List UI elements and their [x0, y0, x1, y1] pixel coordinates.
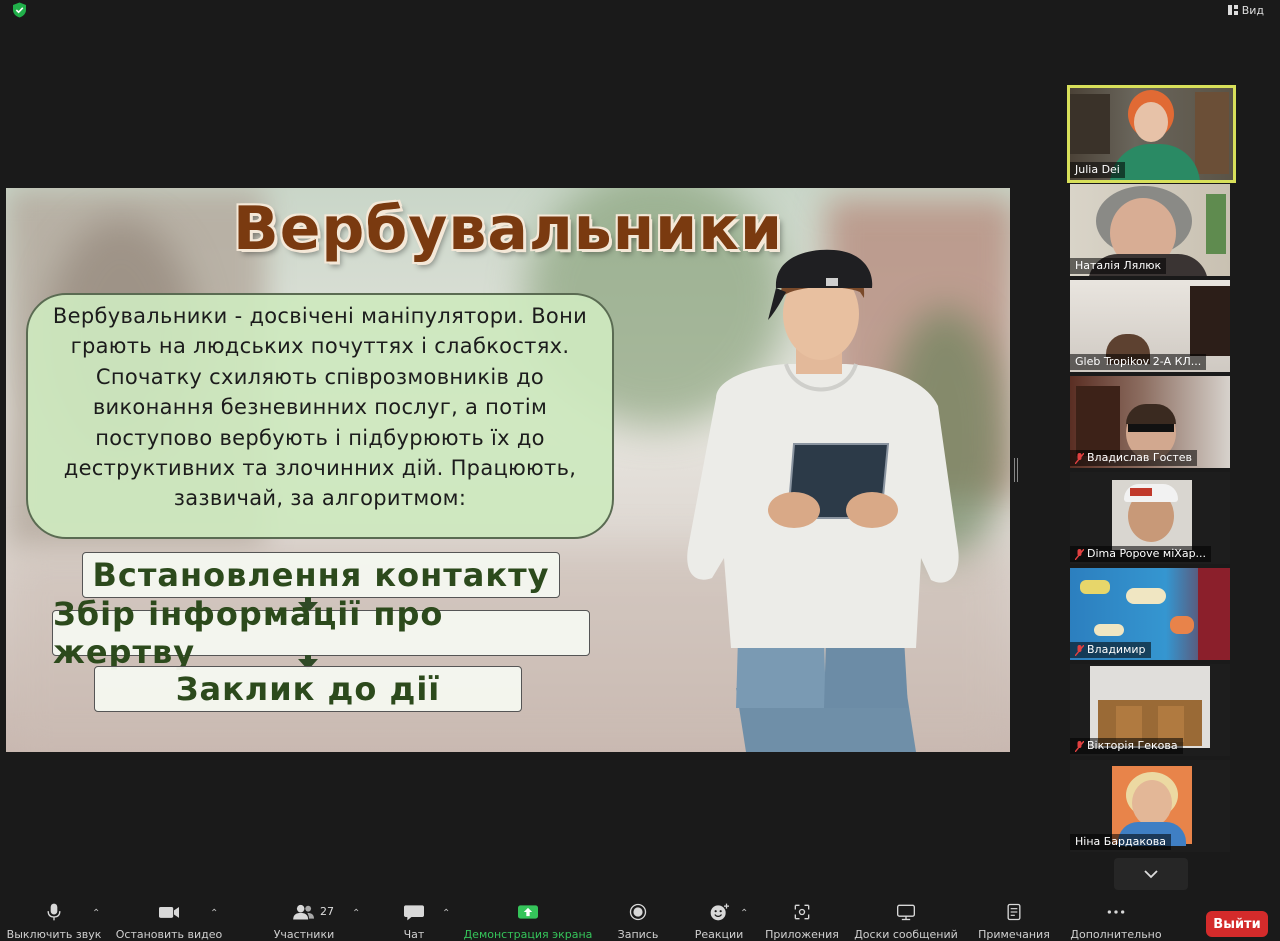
participants-button[interactable]: Участники: [266, 896, 342, 941]
slide-description: Вербувальники - досвічені маніпулятори. …: [26, 293, 614, 539]
reactions-emoji-icon: [710, 903, 729, 921]
record-button[interactable]: Запись: [612, 896, 664, 941]
video-camera-icon: [159, 907, 179, 918]
more-button[interactable]: Дополнительно: [1068, 896, 1164, 941]
more-label: Дополнительно: [1070, 928, 1162, 941]
slide-title: Вербувальники: [233, 194, 783, 264]
whiteboards-label: Доски сообщений: [854, 928, 958, 941]
video-options-caret-icon[interactable]: ⌃: [210, 908, 218, 919]
step-establish-contact: Встановлення контакту: [82, 552, 560, 598]
participant-name: Gleb Tropikov 2-А КЛ...: [1070, 354, 1207, 370]
share-screen-button[interactable]: Демонстрация экрана: [464, 896, 592, 941]
stop-video-label: Остановить видео: [115, 928, 223, 941]
view-grid-icon: [1227, 5, 1238, 15]
participant-tile[interactable]: Julia Dei: [1067, 85, 1236, 183]
participant-tile[interactable]: Dima Popove міХар...: [1070, 472, 1230, 564]
leave-meeting-button[interactable]: Выйти: [1206, 911, 1268, 937]
notes-button[interactable]: Примечания: [974, 896, 1054, 941]
step-call-to-action: Заклик до дії: [94, 666, 522, 712]
panel-resize-handle[interactable]: [1014, 458, 1018, 482]
mic-muted-icon: [1075, 452, 1084, 464]
mic-muted-icon: [1075, 548, 1084, 560]
top-bar: Вид: [0, 0, 1280, 22]
participant-name: Dima Popove міХар...: [1070, 546, 1212, 562]
participant-tile[interactable]: Владислав Гостев: [1070, 376, 1230, 468]
apps-icon: [794, 904, 810, 920]
chat-label: Чат: [403, 928, 425, 941]
record-icon: [629, 903, 647, 921]
shared-screen-slide: Вербувальники Вербувальники - досвічені …: [6, 188, 1010, 752]
reactions-button[interactable]: Реакции: [692, 896, 746, 941]
notes-label: Примечания: [978, 928, 1050, 941]
meeting-toolbar: Выключить звук ⌃ Остановить видео ⌃ Учас…: [0, 896, 1280, 941]
share-screen-label: Демонстрация экрана: [463, 928, 593, 941]
mic-muted-icon: [1075, 644, 1084, 656]
participant-tile[interactable]: Вікторія Гекова: [1070, 664, 1230, 756]
microphone-icon: [47, 903, 61, 921]
participant-name: Вікторія Гекова: [1070, 738, 1183, 754]
participant-name: Наталія Лялюк: [1070, 258, 1167, 274]
apps-button[interactable]: Приложения: [764, 896, 840, 941]
notes-icon: [1007, 903, 1021, 921]
chevron-down-icon: [1144, 870, 1158, 879]
mic-muted-icon: [1075, 740, 1084, 752]
participants-options-caret-icon[interactable]: ⌃: [352, 908, 360, 919]
participants-icon: [293, 904, 314, 920]
view-label: Вид: [1241, 3, 1264, 17]
whiteboard-icon: [897, 904, 915, 921]
participant-tile[interactable]: Владимир: [1070, 568, 1230, 660]
share-screen-icon: [518, 905, 538, 919]
participant-name: Julia Dei: [1070, 162, 1125, 178]
reactions-label: Реакции: [694, 928, 744, 941]
participant-tile[interactable]: Gleb Tropikov 2-А КЛ...: [1070, 280, 1230, 372]
participant-name: Владислав Гостев: [1070, 450, 1198, 466]
participant-tile[interactable]: Ніна Бардакова: [1070, 760, 1230, 852]
view-button[interactable]: Вид: [1227, 2, 1264, 18]
mute-label: Выключить звук: [6, 928, 102, 941]
participants-count: 27: [320, 905, 334, 918]
security-shield-icon[interactable]: [12, 2, 27, 18]
participant-tile[interactable]: Наталія Лялюк: [1070, 184, 1230, 276]
whiteboards-button[interactable]: Доски сообщений: [852, 896, 960, 941]
boy-with-tablet-illustration: [687, 249, 959, 752]
chat-button[interactable]: Чат: [394, 896, 434, 941]
mute-button[interactable]: Выключить звук: [6, 896, 102, 941]
more-dots-icon: [1107, 910, 1125, 914]
participants-label: Участники: [273, 928, 335, 941]
chat-options-caret-icon[interactable]: ⌃: [442, 908, 450, 919]
reactions-options-caret-icon[interactable]: ⌃: [740, 908, 748, 919]
participant-name: Ніна Бардакова: [1070, 834, 1171, 850]
participant-name: Владимир: [1070, 642, 1151, 658]
step-gather-info: Збір інформації про жертву: [52, 595, 590, 671]
record-label: Запись: [617, 928, 659, 941]
scroll-participants-down-button[interactable]: [1114, 858, 1188, 890]
chat-bubble-icon: [404, 905, 424, 921]
apps-label: Приложения: [765, 928, 839, 941]
mute-options-caret-icon[interactable]: ⌃: [92, 908, 100, 919]
stop-video-button[interactable]: Остановить видео: [114, 896, 224, 941]
